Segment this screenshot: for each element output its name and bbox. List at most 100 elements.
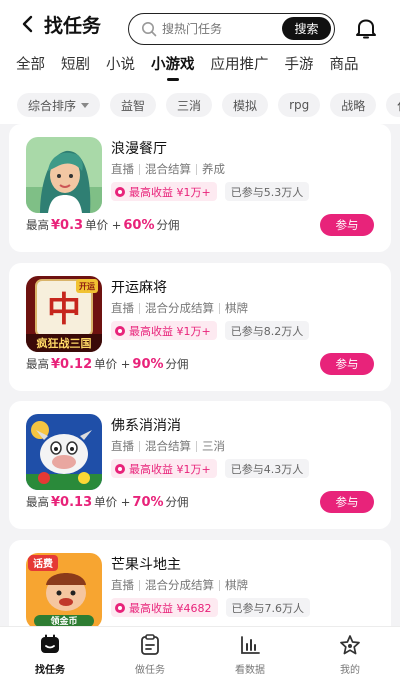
home-icon xyxy=(41,634,59,653)
tab-app-promotion[interactable]: 应用推广 xyxy=(211,48,269,86)
tile-glyph: 中 xyxy=(47,290,81,330)
share-label: 分佣 xyxy=(165,357,189,371)
join-button[interactable]: 参与 xyxy=(320,214,374,236)
clipboard-icon xyxy=(141,634,159,655)
bottom-nav: 找任务 做任务 看数据 我的 xyxy=(0,626,400,700)
tag: 直播 xyxy=(111,301,134,315)
coin-icon xyxy=(115,325,125,336)
page-title: 找任务 xyxy=(44,14,102,37)
share-label: 分佣 xyxy=(165,495,189,509)
thumb-caption: 疯狂战三国 xyxy=(37,336,92,350)
girl-portrait-icon xyxy=(26,137,102,213)
nav-label: 做任务 xyxy=(135,665,165,676)
share-percent: 60% xyxy=(123,218,155,233)
back-arrow-icon[interactable] xyxy=(14,10,42,38)
filter-chips: 综合排序 益智 三消 模拟 rpg 战略 休闲 xyxy=(0,86,400,124)
task-name: 浪漫餐厅 xyxy=(111,141,167,157)
max-earning-text: 最高收益 ¥1万+ xyxy=(129,185,211,199)
tag: 直播 xyxy=(111,439,134,453)
search-icon xyxy=(142,22,157,37)
nav-mine[interactable]: 我的 xyxy=(300,627,400,700)
unit-label: 单价 + xyxy=(94,495,131,509)
max-earning-badge: 最高收益 ¥1万+ xyxy=(111,182,217,201)
joined-count: 已参与7.6万人 xyxy=(225,598,310,617)
coin-icon xyxy=(115,602,125,613)
task-card[interactable]: 话费 领金币 芒果斗地主 直播 混合分成结算 棋牌 最高收益 ¥4682 已参与… xyxy=(9,540,391,626)
filter-chip[interactable]: 益智 xyxy=(110,93,157,117)
filter-chip[interactable]: 休闲 xyxy=(386,93,400,117)
category-tabs: 全部 短剧 小说 小游戏 应用推广 手游 商品 xyxy=(0,48,400,86)
price-prefix: 最高 xyxy=(26,218,49,232)
max-earning-text: 最高收益 ¥4682 xyxy=(129,601,212,615)
search-input[interactable] xyxy=(162,22,272,36)
chevron-down-icon xyxy=(81,102,90,108)
share-percent: 90% xyxy=(132,357,164,372)
price-info: 最高 ¥0.3 单价 + 60% 分佣 xyxy=(26,217,180,233)
bar-chart-icon xyxy=(241,636,260,654)
tab-short-drama[interactable]: 短剧 xyxy=(61,48,90,86)
tab-products[interactable]: 商品 xyxy=(330,48,359,86)
thumb-corner-label: 话费 xyxy=(33,557,53,570)
task-name: 开运麻将 xyxy=(111,280,167,296)
filter-chip[interactable]: 模拟 xyxy=(222,93,269,117)
thumb-caption: 领金币 xyxy=(50,615,77,626)
search-bar: 搜索 xyxy=(128,13,335,45)
unit-price: ¥0.13 xyxy=(51,495,93,510)
task-card[interactable]: 开运 中 疯狂战三国 开运麻将 直播 混合分成结算 棋牌 最高收益 ¥1万+ 已… xyxy=(9,263,391,391)
tag: 直播 xyxy=(111,162,134,176)
nav-find-tasks[interactable]: 找任务 xyxy=(0,627,100,700)
tag: 三消 xyxy=(202,439,225,453)
task-card[interactable]: 佛系消消消 直播 混合结算 三消 最高收益 ¥1万+ 已参与4.3万人 最高 ¥… xyxy=(9,401,391,529)
filter-chip[interactable]: 三消 xyxy=(166,93,213,117)
search-button[interactable]: 搜索 xyxy=(282,17,331,40)
tag: 养成 xyxy=(202,162,225,176)
top-bar: 找任务 搜索 xyxy=(0,0,400,48)
mahjong-tile-icon: 开运 中 疯狂战三国 xyxy=(26,276,102,352)
tile-corner-label: 开运 xyxy=(79,282,95,291)
sort-dropdown[interactable]: 综合排序 xyxy=(17,93,101,117)
join-button[interactable]: 参与 xyxy=(320,353,374,375)
tag: 直播 xyxy=(111,578,134,592)
task-tags: 直播 混合结算 三消 xyxy=(111,438,225,454)
task-card[interactable]: 浪漫餐厅 直播 混合结算 养成 最高收益 ¥1万+ 已参与5.3万人 最高 ¥0… xyxy=(9,124,391,252)
filter-chip[interactable]: rpg xyxy=(278,93,321,117)
task-tags: 直播 混合结算 养成 xyxy=(111,161,225,177)
star-icon xyxy=(340,635,360,655)
joined-count: 已参与4.3万人 xyxy=(224,459,310,478)
join-button[interactable]: 参与 xyxy=(320,491,374,513)
task-tags: 直播 混合分成结算 棋牌 xyxy=(111,300,248,316)
task-name: 佛系消消消 xyxy=(111,418,181,434)
coin-icon xyxy=(115,186,125,197)
unit-price: ¥0.3 xyxy=(51,218,84,233)
max-earning-badge: 最高收益 ¥1万+ xyxy=(111,459,217,478)
joined-count: 已参与8.2万人 xyxy=(224,321,310,340)
tag: 混合分成结算 xyxy=(145,301,214,315)
landlord-character-icon: 话费 领金币 xyxy=(26,553,102,626)
max-earning-text: 最高收益 ¥1万+ xyxy=(129,324,211,338)
task-name: 芒果斗地主 xyxy=(111,557,181,573)
nav-do-tasks[interactable]: 做任务 xyxy=(100,627,200,700)
tab-mini-games[interactable]: 小游戏 xyxy=(151,48,195,86)
nav-label: 找任务 xyxy=(35,665,65,676)
unit-label: 单价 + xyxy=(85,218,122,232)
tag: 混合分成结算 xyxy=(145,578,214,592)
tab-mobile-games[interactable]: 手游 xyxy=(285,48,314,86)
max-earning-text: 最高收益 ¥1万+ xyxy=(129,462,211,476)
nav-view-data[interactable]: 看数据 xyxy=(200,627,300,700)
task-tags: 直播 混合分成结算 棋牌 xyxy=(111,577,248,593)
tab-all[interactable]: 全部 xyxy=(16,48,45,86)
max-earning-badge: 最高收益 ¥4682 xyxy=(111,598,218,617)
tag: 棋牌 xyxy=(225,578,248,592)
tag: 棋牌 xyxy=(225,301,248,315)
nav-label: 看数据 xyxy=(235,665,265,676)
price-info: 最高 ¥0.12 单价 + 90% 分佣 xyxy=(26,356,189,372)
bell-icon[interactable] xyxy=(354,16,378,40)
nav-label: 我的 xyxy=(340,665,360,676)
tab-novel[interactable]: 小说 xyxy=(106,48,135,86)
unit-label: 单价 + xyxy=(94,357,131,371)
unit-price: ¥0.12 xyxy=(51,357,93,372)
filter-chip[interactable]: 战略 xyxy=(330,93,377,117)
cow-character-icon xyxy=(26,414,102,490)
share-label: 分佣 xyxy=(156,218,180,232)
price-prefix: 最高 xyxy=(26,495,49,509)
